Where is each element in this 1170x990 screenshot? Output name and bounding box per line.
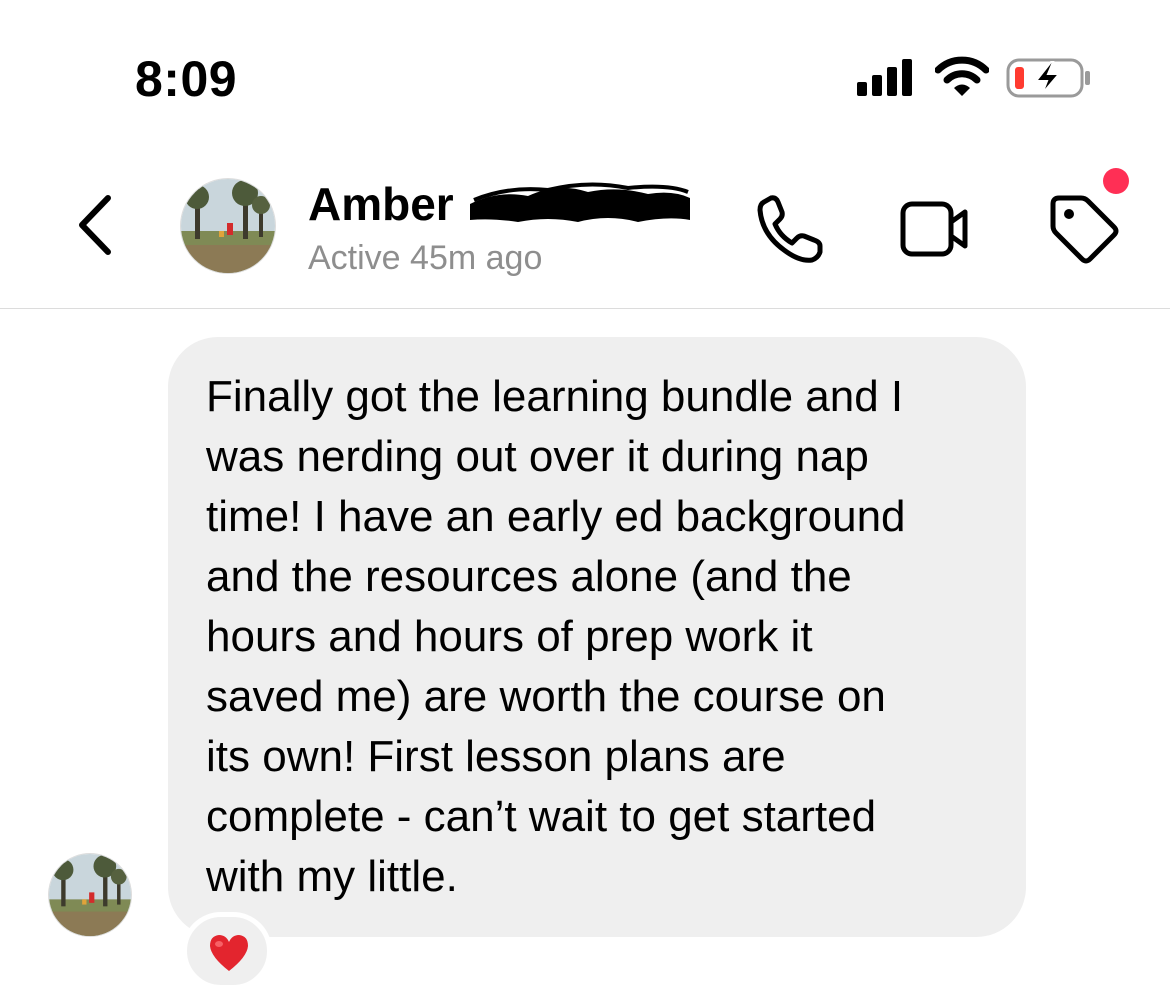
heart-emoji-icon <box>210 935 248 971</box>
tag-icon <box>1050 195 1119 264</box>
status-bar-time: 8:09 <box>135 51 238 107</box>
notification-badge <box>1103 168 1129 194</box>
back-chevron-icon <box>79 195 111 255</box>
name-redaction-scribble <box>470 182 690 222</box>
status-bar-icons <box>855 56 1095 100</box>
chat-header: Amber Active 45m ago <box>0 150 1170 308</box>
avatar-forest-photo-icon <box>181 179 275 273</box>
message-text: Finally got the learning bundle and I wa… <box>206 372 906 901</box>
chat-screen: 8:09 Amber Active 45m ago Finally got th… <box>0 0 1170 990</box>
video-camera-icon <box>900 201 968 257</box>
wifi-icon <box>935 56 989 96</box>
contact-name[interactable]: Amber <box>308 176 454 232</box>
contact-active-status: Active 45m ago <box>308 239 543 277</box>
message-bubble[interactable]: Finally got the learning bundle and I wa… <box>168 337 1026 937</box>
header-divider <box>0 308 1170 309</box>
back-button[interactable] <box>70 190 120 260</box>
message-reaction[interactable] <box>182 912 272 990</box>
battery-charging-icon <box>1006 58 1090 98</box>
sender-avatar[interactable] <box>48 853 132 937</box>
video-call-button[interactable] <box>895 190 975 270</box>
phone-icon <box>757 195 823 263</box>
audio-call-button[interactable] <box>750 190 830 270</box>
contact-avatar[interactable] <box>180 178 276 274</box>
tag-button[interactable] <box>1045 190 1125 270</box>
cellular-signal-icon <box>857 59 912 96</box>
avatar-forest-photo-icon <box>49 854 131 936</box>
